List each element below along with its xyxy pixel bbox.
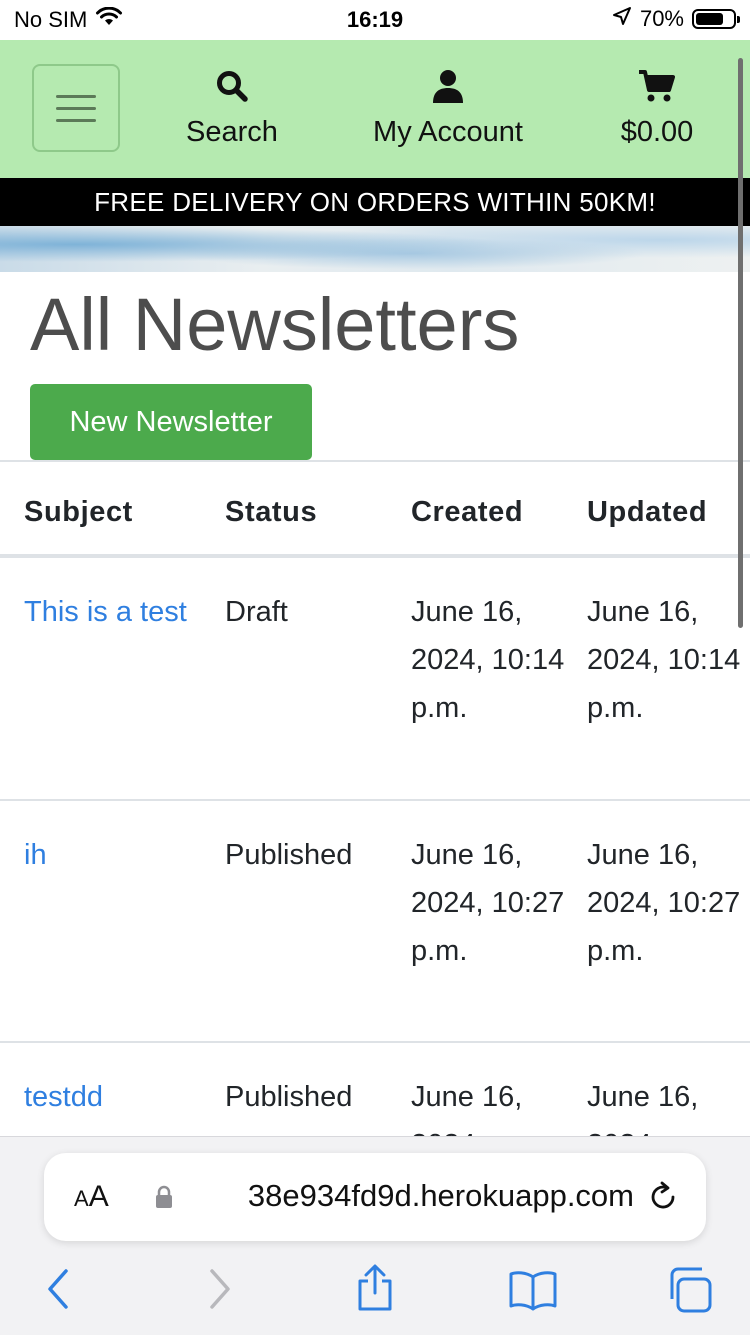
- bookmarks-icon[interactable]: [508, 1267, 558, 1316]
- search-link[interactable]: Search: [172, 64, 292, 149]
- hamburger-icon-line: [56, 118, 96, 122]
- status-right: 70%: [612, 6, 740, 32]
- cart-link[interactable]: $0.00: [602, 64, 712, 149]
- reload-icon[interactable]: [646, 1180, 680, 1219]
- newsletter-created: June 16, 2024, 10:14 p.m.: [411, 596, 565, 724]
- newsletter-subject-link[interactable]: This is a test: [24, 588, 199, 636]
- shopping-cart-icon: [602, 64, 712, 108]
- search-label: Search: [186, 116, 278, 148]
- page-scrollbar[interactable]: [738, 58, 743, 628]
- newsletter-subject-link[interactable]: ih: [24, 831, 199, 879]
- menu-toggle-button[interactable]: [32, 64, 120, 152]
- status-bar: No SIM 16:19 70%: [0, 0, 750, 40]
- delivery-banner: FREE DELIVERY ON ORDERS WITHIN 50KM!: [0, 178, 750, 226]
- forward-icon[interactable]: [206, 1267, 234, 1316]
- column-header-subject: Subject: [24, 496, 133, 528]
- lock-icon: [154, 1185, 174, 1214]
- hamburger-icon-line: [56, 106, 96, 110]
- table-row: This is a test Draft June 16, 2024, 10:1…: [0, 558, 750, 801]
- my-account-link[interactable]: My Account: [352, 64, 544, 149]
- newsletter-subject-link[interactable]: testdd: [24, 1073, 199, 1121]
- site-navbar: Search My Account $0.00: [0, 40, 750, 178]
- battery-percent: 70%: [639, 6, 684, 31]
- back-icon[interactable]: [44, 1267, 72, 1316]
- battery-icon: [692, 9, 740, 29]
- column-header-status: Status: [225, 496, 318, 528]
- address-bar[interactable]: AA 38e934fd9d.herokuapp.com: [44, 1153, 706, 1241]
- share-icon[interactable]: [354, 1263, 396, 1318]
- newsletters-table: Subject Status Created Updated This is a…: [0, 460, 750, 1193]
- table-header: Subject Status Created Updated: [0, 460, 750, 558]
- newsletter-status: Draft: [225, 596, 288, 628]
- newsletter-updated: June 16, 2024, 10:14 p.m.: [587, 596, 741, 724]
- my-account-label: My Account: [373, 116, 523, 148]
- tabs-icon[interactable]: [666, 1267, 714, 1318]
- table-row: ih Published June 16, 2024, 10:27 p.m. J…: [0, 801, 750, 1043]
- page-title: All Newsletters: [30, 283, 520, 366]
- new-newsletter-button[interactable]: New Newsletter: [30, 384, 312, 460]
- browser-toolbar: AA 38e934fd9d.herokuapp.com: [0, 1136, 750, 1335]
- column-header-created: Created: [411, 496, 524, 528]
- search-icon: [172, 64, 292, 108]
- newsletter-created: June 16, 2024, 10:27 p.m.: [411, 839, 565, 967]
- newsletter-updated: June 16, 2024, 10:27 p.m.: [587, 839, 741, 967]
- column-header-updated: Updated: [587, 496, 708, 528]
- hero-image-strip: [0, 226, 750, 272]
- cart-total: $0.00: [620, 116, 694, 148]
- url-text: 38e934fd9d.herokuapp.com: [247, 1178, 634, 1213]
- user-icon: [352, 64, 544, 108]
- text-size-button[interactable]: AA: [74, 1180, 109, 1214]
- hamburger-icon-line: [56, 94, 96, 98]
- newsletter-status: Published: [225, 839, 353, 871]
- location-arrow-icon: [612, 6, 632, 32]
- newsletter-status: Published: [225, 1081, 353, 1113]
